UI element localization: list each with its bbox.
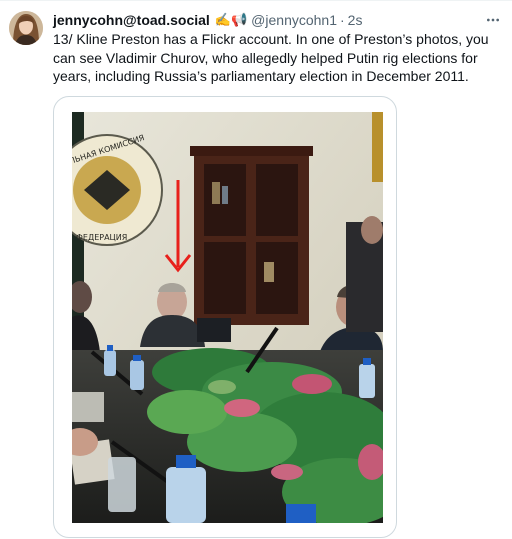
bookcase xyxy=(190,146,313,325)
tweet-header: jennycohn@toad.social ✍️📢 @jennycohn1 · … xyxy=(53,11,502,29)
tweet-text: 13/ Kline Preston has a Flickr account. … xyxy=(53,31,489,84)
more-horizontal-icon xyxy=(487,18,499,22)
seal-text-bottom: ФЕДЕРАЦИЯ xyxy=(76,233,127,242)
media-card[interactable]: ТЕЛЬНАЯ КОМИССИЯ ФЕДЕРАЦИЯ xyxy=(53,96,397,538)
display-name[interactable]: jennycohn@toad.social xyxy=(53,12,210,28)
avatar-photo xyxy=(9,11,43,45)
user-handle[interactable]: @jennycohn1 xyxy=(251,12,337,28)
avatar[interactable] xyxy=(9,11,43,45)
separator-dot: · xyxy=(340,12,345,28)
timestamp[interactable]: 2s xyxy=(348,12,363,28)
author-emojis: ✍️📢 xyxy=(214,12,248,27)
tweet-photo[interactable]: ТЕЛЬНАЯ КОМИССИЯ ФЕДЕРАЦИЯ xyxy=(72,112,383,523)
more-button[interactable] xyxy=(482,12,504,28)
tweet[interactable]: jennycohn@toad.social ✍️📢 @jennycohn1 · … xyxy=(0,0,512,539)
photo-scene: ТЕЛЬНАЯ КОМИССИЯ ФЕДЕРАЦИЯ xyxy=(72,112,383,523)
